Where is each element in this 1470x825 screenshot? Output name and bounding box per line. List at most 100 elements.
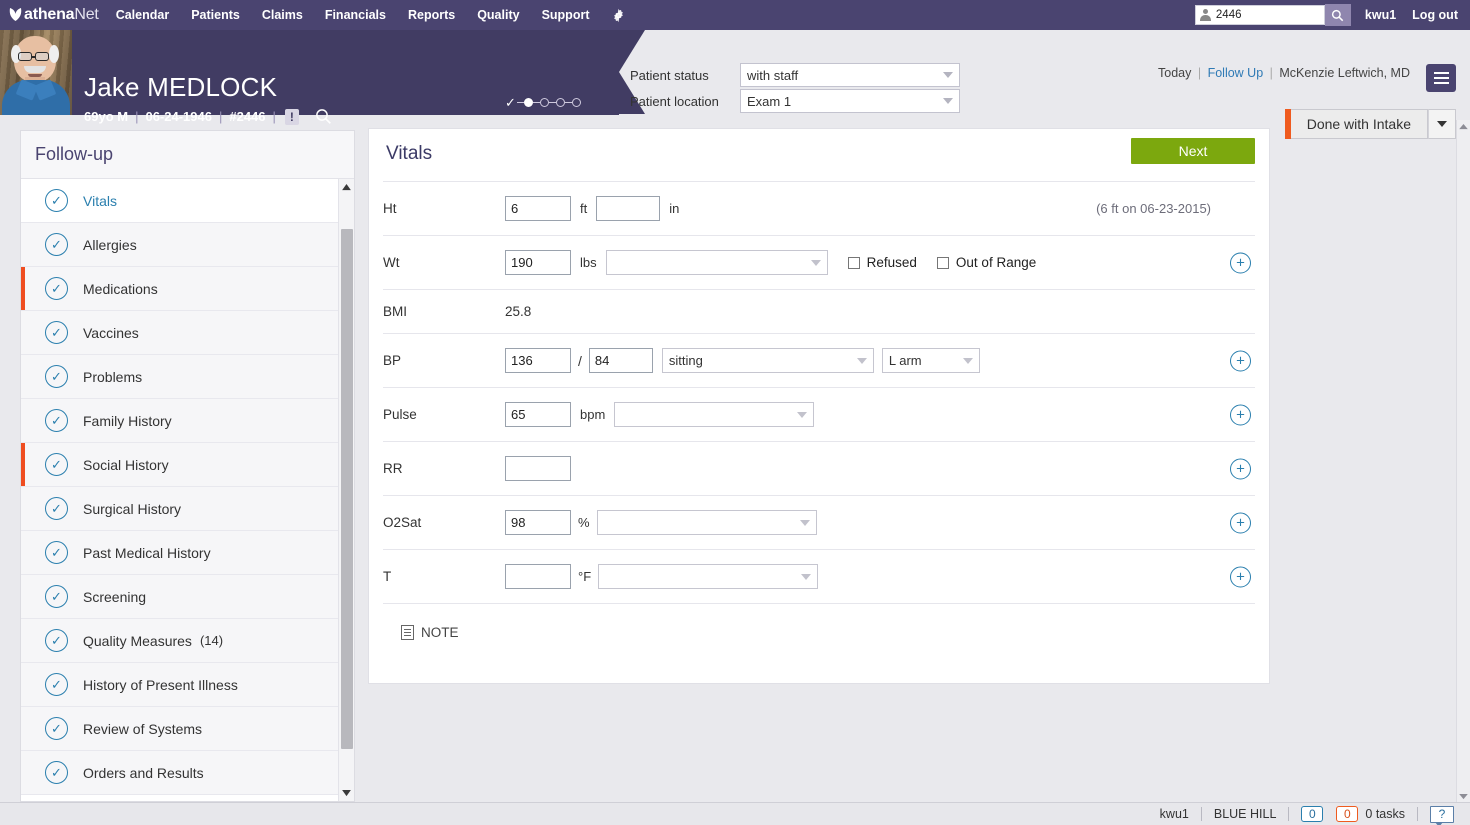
add-circle-icon[interactable]: + bbox=[1230, 566, 1251, 587]
sidebar-scroll-thumb[interactable] bbox=[341, 229, 353, 749]
scroll-up-arrow-icon[interactable] bbox=[1457, 120, 1470, 134]
sidebar-item-label: Family History bbox=[83, 413, 172, 429]
task-counters[interactable]: 0 0 0 tasks bbox=[1289, 806, 1417, 822]
sidebar-item-orders-and-results[interactable]: ✓Orders and Results bbox=[21, 751, 354, 795]
nav-quality[interactable]: Quality bbox=[466, 0, 530, 30]
sidebar-item-label: Social History bbox=[83, 457, 169, 473]
gear-icon[interactable] bbox=[601, 8, 636, 23]
height-history-note: (6 ft on 06-23-2015) bbox=[1096, 201, 1211, 216]
scroll-up-arrow-icon[interactable] bbox=[339, 179, 354, 195]
search-button[interactable] bbox=[1325, 4, 1351, 26]
bp-systolic-input[interactable] bbox=[505, 348, 571, 373]
bp-position-select[interactable]: sitting bbox=[662, 348, 874, 373]
visit-progress-indicator: ✓ bbox=[505, 96, 581, 109]
sidebar-item-flag bbox=[21, 267, 25, 310]
check-circle-icon: ✓ bbox=[45, 453, 68, 476]
current-user-link[interactable]: kwu1 bbox=[1365, 8, 1396, 22]
badge-blue-count[interactable]: 0 bbox=[1301, 806, 1323, 822]
page-scrollbar[interactable] bbox=[1456, 120, 1470, 804]
help-icon[interactable]: ? bbox=[1430, 806, 1454, 823]
status-divider bbox=[1417, 807, 1418, 821]
progress-dash bbox=[533, 102, 540, 104]
nav-support[interactable]: Support bbox=[531, 0, 601, 30]
alert-icon[interactable]: ! bbox=[285, 109, 299, 125]
encounter-sidebar: Follow-up ✓Vitals✓Allergies✓Medications✓… bbox=[20, 130, 355, 802]
sidebar-item-family-history[interactable]: ✓Family History bbox=[21, 399, 354, 443]
badge-orange-count[interactable]: 0 bbox=[1336, 806, 1358, 822]
bp-label: BP bbox=[383, 353, 505, 368]
nav-claims[interactable]: Claims bbox=[251, 0, 314, 30]
intake-dropdown-button[interactable] bbox=[1428, 109, 1456, 139]
weight-method-select[interactable] bbox=[606, 250, 828, 275]
page-title: Vitals bbox=[386, 143, 432, 165]
height-inches-input[interactable] bbox=[596, 196, 660, 221]
nav-patients[interactable]: Patients bbox=[180, 0, 251, 30]
o2sat-input[interactable] bbox=[505, 510, 571, 535]
sidebar-item-history-of-present-illness[interactable]: ✓History of Present Illness bbox=[21, 663, 354, 707]
add-circle-icon[interactable]: + bbox=[1230, 404, 1251, 425]
sidebar-item-label: History of Present Illness bbox=[83, 677, 238, 693]
weight-refused-checkbox[interactable]: Refused bbox=[848, 255, 917, 270]
temperature-input[interactable] bbox=[505, 564, 571, 589]
add-circle-icon[interactable]: + bbox=[1230, 252, 1251, 273]
next-button[interactable]: Next bbox=[1131, 138, 1255, 164]
note-row[interactable]: NOTE bbox=[383, 603, 1255, 661]
temperature-method-select[interactable] bbox=[598, 564, 818, 589]
sidebar-item-review-of-systems[interactable]: ✓Review of Systems bbox=[21, 707, 354, 751]
brand-text: athenaNet bbox=[24, 6, 99, 24]
done-with-intake-button[interactable]: Done with Intake bbox=[1291, 109, 1428, 139]
hamburger-menu-icon[interactable] bbox=[1426, 64, 1456, 92]
sidebar-item-screening[interactable]: ✓ Screening bbox=[21, 575, 354, 619]
bmi-value: 25.8 bbox=[505, 304, 531, 319]
bp-diastolic-input[interactable] bbox=[589, 348, 653, 373]
logout-link[interactable]: Log out bbox=[1412, 8, 1458, 22]
appointment-type-link[interactable]: Follow Up bbox=[1208, 66, 1264, 80]
check-circle-icon: ✓ bbox=[45, 717, 68, 740]
top-navigation-bar: athenaNet Calendar Patients Claims Finan… bbox=[0, 0, 1470, 30]
bp-site-select[interactable]: L arm bbox=[882, 348, 980, 373]
sidebar-scrollbar[interactable] bbox=[338, 179, 354, 801]
vitals-row-temperature: T °F + bbox=[383, 549, 1255, 603]
pulse-method-select[interactable] bbox=[614, 402, 814, 427]
sidebar-title: Follow-up bbox=[21, 131, 354, 179]
nav-financials[interactable]: Financials bbox=[314, 0, 397, 30]
temperature-label: T bbox=[383, 569, 505, 584]
search-input[interactable] bbox=[1216, 9, 1311, 21]
patient-location-select[interactable]: Exam 1 bbox=[740, 89, 960, 113]
sidebar-item-medications[interactable]: ✓Medications bbox=[21, 267, 354, 311]
patient-status-select[interactable]: with staff bbox=[740, 63, 960, 87]
scroll-down-arrow-icon[interactable] bbox=[339, 785, 354, 801]
patient-search-icon[interactable] bbox=[315, 108, 332, 125]
patient-location-label: Patient location bbox=[630, 94, 740, 109]
sidebar-item-label: Vaccines bbox=[83, 325, 139, 341]
height-feet-input[interactable] bbox=[505, 196, 571, 221]
sidebar-item-vitals[interactable]: ✓Vitals bbox=[21, 179, 354, 223]
weight-out-of-range-checkbox[interactable]: Out of Range bbox=[937, 255, 1036, 270]
nav-reports[interactable]: Reports bbox=[397, 0, 466, 30]
add-circle-icon[interactable]: + bbox=[1230, 512, 1251, 533]
patient-status-block: Patient status with staff Patient locati… bbox=[630, 62, 960, 114]
pulse-input[interactable] bbox=[505, 402, 571, 427]
add-circle-icon[interactable]: + bbox=[1230, 458, 1251, 479]
rr-input[interactable] bbox=[505, 456, 571, 481]
sidebar-item-past-medical-history[interactable]: ✓Past Medical History bbox=[21, 531, 354, 575]
sidebar-item-problems[interactable]: ✓Problems bbox=[21, 355, 354, 399]
note-label: NOTE bbox=[421, 625, 459, 640]
search-field-wrapper[interactable] bbox=[1195, 5, 1325, 25]
sidebar-item-vaccines[interactable]: ✓Vaccines bbox=[21, 311, 354, 355]
weight-input[interactable] bbox=[505, 250, 571, 275]
chevron-down-icon bbox=[943, 72, 953, 78]
sidebar-item-label: Screening bbox=[83, 589, 146, 605]
sidebar-item-allergies[interactable]: ✓Allergies bbox=[21, 223, 354, 267]
nav-calendar[interactable]: Calendar bbox=[105, 0, 181, 30]
o2sat-method-select[interactable] bbox=[597, 510, 817, 535]
check-circle-icon: ✓ bbox=[45, 585, 68, 608]
sidebar-item-surgical-history[interactable]: ✓Surgical History bbox=[21, 487, 354, 531]
sidebar-item-quality-measures[interactable]: ✓Quality Measures(14) bbox=[21, 619, 354, 663]
add-circle-icon[interactable]: + bbox=[1230, 350, 1251, 371]
vitals-panel-header: Vitals Next bbox=[369, 129, 1269, 181]
athenanet-logo[interactable]: athenaNet bbox=[0, 6, 105, 25]
chevron-down-icon bbox=[963, 358, 973, 364]
info-divider: | bbox=[1270, 66, 1273, 80]
sidebar-item-social-history[interactable]: ✓ Social History bbox=[21, 443, 354, 487]
